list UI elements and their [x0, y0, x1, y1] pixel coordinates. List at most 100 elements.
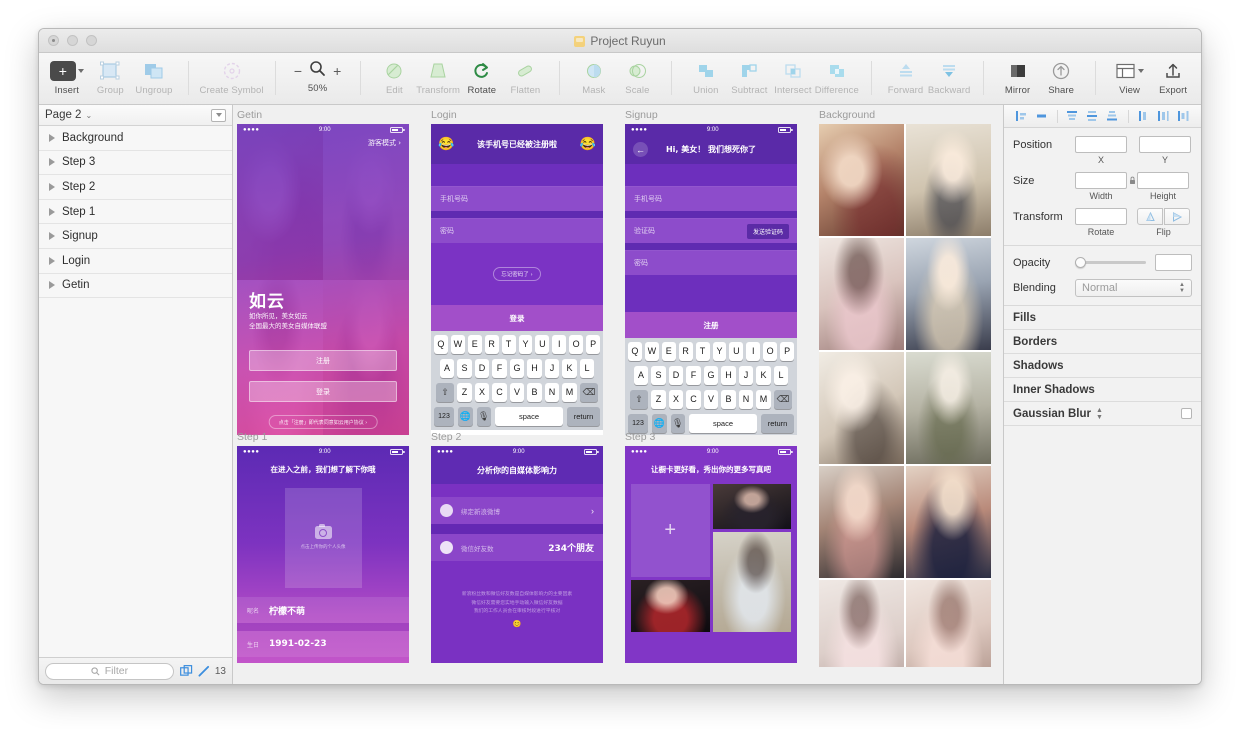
key-f[interactable]: F [686, 366, 701, 385]
transform-row[interactable]: Transform [1013, 208, 1192, 225]
disclosure-triangle-icon[interactable] [49, 133, 55, 142]
stepper-icon[interactable]: ▲ ▼ [1179, 282, 1185, 294]
key-j[interactable]: J [738, 366, 754, 385]
layer-row-login[interactable]: Login [39, 248, 232, 274]
size-row[interactable]: Size [1013, 172, 1192, 189]
zoom-in-button[interactable]: + [333, 64, 341, 78]
opacity-slider-knob[interactable] [1075, 257, 1086, 268]
key-s[interactable]: S [651, 366, 666, 385]
lock-icon[interactable] [1127, 176, 1137, 185]
key-z[interactable]: Z [457, 383, 472, 402]
key-g[interactable]: G [509, 359, 525, 378]
page-selector[interactable]: Page 2 ⌄ [39, 105, 232, 126]
key-e[interactable]: E [661, 342, 676, 361]
toolbar-subtract[interactable]: Subtract [728, 57, 772, 96]
artboard-login-body[interactable]: 😂 该手机号已经被注册啦 😂 手机号码 密码 忘记密码了 › 登录 Q W E … [431, 124, 603, 435]
keyboard-row-2[interactable]: A S D F G H J K L [434, 359, 600, 378]
toolbar-mirror[interactable]: Mirror [996, 57, 1040, 96]
login-forgot-area[interactable]: 忘记密码了 › [431, 243, 603, 305]
toolbar-create-symbol[interactable]: Create Symbol [200, 57, 264, 96]
photo-beach-portrait[interactable] [712, 532, 791, 632]
layer-list[interactable]: Background Step 3 Step 2 Step 1 Signup L… [39, 126, 232, 657]
key-n[interactable]: N [544, 383, 560, 402]
key-p[interactable]: P [780, 342, 795, 361]
distribute-icon[interactable] [1174, 107, 1193, 125]
artboard-background[interactable]: Background [819, 109, 991, 667]
birthday-row[interactable]: 生日 1991-02-23 [237, 631, 409, 657]
blending-row[interactable]: Blending Normal ▲ ▼ [1013, 279, 1192, 297]
signup-code-field[interactable]: 验证码 发送验证码 [625, 218, 797, 243]
key-m[interactable]: M [756, 390, 771, 409]
login-phone-field[interactable]: 手机号码 [431, 186, 603, 211]
opacity-input[interactable] [1155, 254, 1192, 271]
back-arrow-icon[interactable]: ← [633, 142, 648, 157]
key-u[interactable]: U [729, 342, 744, 361]
key-v[interactable]: V [703, 390, 719, 409]
disclosure-triangle-icon[interactable] [49, 207, 55, 216]
pen-icon[interactable] [198, 665, 210, 677]
title-bar[interactable]: Project Ruyun [39, 29, 1201, 53]
layer-row-signup[interactable]: Signup [39, 224, 232, 249]
position-y-input[interactable] [1139, 136, 1191, 153]
delete-key[interactable]: ⌫ [579, 383, 599, 402]
toolbar-intersect[interactable]: Intersect [771, 57, 815, 96]
toolbar-insert[interactable]: + Insert [45, 57, 89, 96]
magnifier-icon[interactable] [309, 60, 326, 82]
layer-row-step-3[interactable]: Step 3 [39, 150, 232, 176]
return-key[interactable]: return [567, 407, 600, 426]
flip-vertical-icon[interactable] [1164, 208, 1190, 225]
opacity-row[interactable]: Opacity [1013, 254, 1192, 271]
key-r[interactable]: R [678, 342, 693, 361]
artboard-step-3[interactable]: Step 3 ●●●● 9:00 让橱卡更好看，秀出你的更多写真吧 + [625, 431, 797, 663]
key-n[interactable]: N [738, 390, 754, 409]
photo-night-portrait[interactable] [712, 484, 791, 529]
position-row[interactable]: Position [1013, 136, 1192, 153]
key-p[interactable]: P [586, 335, 601, 354]
rotate-input[interactable] [1075, 208, 1127, 225]
toolbar-ungroup[interactable]: Ungroup [132, 57, 176, 96]
weibo-row[interactable]: 绑定新浪微博 › [431, 497, 603, 524]
key-d[interactable]: D [474, 359, 490, 378]
shadows-section[interactable]: Shadows [1004, 354, 1201, 378]
key-t[interactable]: T [501, 335, 516, 354]
distribute-v-icon[interactable] [1154, 107, 1173, 125]
artboard-getin-body[interactable]: ●●●● 9:00 游客模式 › 如云 如你所见，美女如云 全国最大的美女自媒体… [237, 124, 409, 435]
key-u[interactable]: U [535, 335, 550, 354]
key-w[interactable]: W [450, 335, 465, 354]
key-f[interactable]: F [492, 359, 507, 378]
layer-row-getin[interactable]: Getin [39, 273, 232, 299]
key-v[interactable]: V [509, 383, 525, 402]
key-y[interactable]: Y [712, 342, 727, 361]
key-z[interactable]: Z [651, 390, 666, 409]
zoom-out-button[interactable]: − [294, 64, 302, 78]
photo-red-stripe[interactable] [631, 580, 710, 632]
microphone-icon[interactable]: 🎙 [476, 407, 491, 426]
login-submit-button[interactable]: 登录 [431, 305, 603, 331]
fills-section[interactable]: Fills [1004, 306, 1201, 330]
key-y[interactable]: Y [518, 335, 533, 354]
key-l[interactable]: L [579, 359, 595, 378]
key-e[interactable]: E [467, 335, 482, 354]
key-s[interactable]: S [457, 359, 472, 378]
artboard-background-body[interactable] [819, 124, 991, 667]
shift-key[interactable]: ⇧ [629, 390, 649, 409]
artboard-step-3-body[interactable]: ●●●● 9:00 让橱卡更好看，秀出你的更多写真吧 + [625, 446, 797, 663]
sidebar-footer-tools[interactable]: 13 [179, 665, 226, 677]
key-b[interactable]: B [527, 383, 542, 402]
key-a[interactable]: A [633, 366, 649, 385]
align-left-icon[interactable] [1012, 107, 1031, 125]
align-middle-icon[interactable] [1083, 107, 1102, 125]
duplicate-icon[interactable] [179, 665, 193, 677]
toolbar-edit[interactable]: Edit [373, 57, 417, 96]
key-l[interactable]: L [773, 366, 789, 385]
borders-section[interactable]: Borders [1004, 330, 1201, 354]
weibo-chevron-icon[interactable]: › [591, 506, 594, 516]
align-top-icon[interactable] [1063, 107, 1082, 125]
toolbar-transform[interactable]: Transform [416, 57, 460, 96]
design-canvas[interactable]: Getin ●●●● 9:00 游客模式 › 如云 如你所见，美女如云 全国最大… [233, 105, 1003, 684]
key-a[interactable]: A [439, 359, 455, 378]
align-center-h-icon[interactable] [1032, 107, 1051, 125]
delete-key[interactable]: ⌫ [773, 390, 793, 409]
key-h[interactable]: H [527, 359, 542, 378]
login-button[interactable]: 登录 [249, 381, 397, 402]
